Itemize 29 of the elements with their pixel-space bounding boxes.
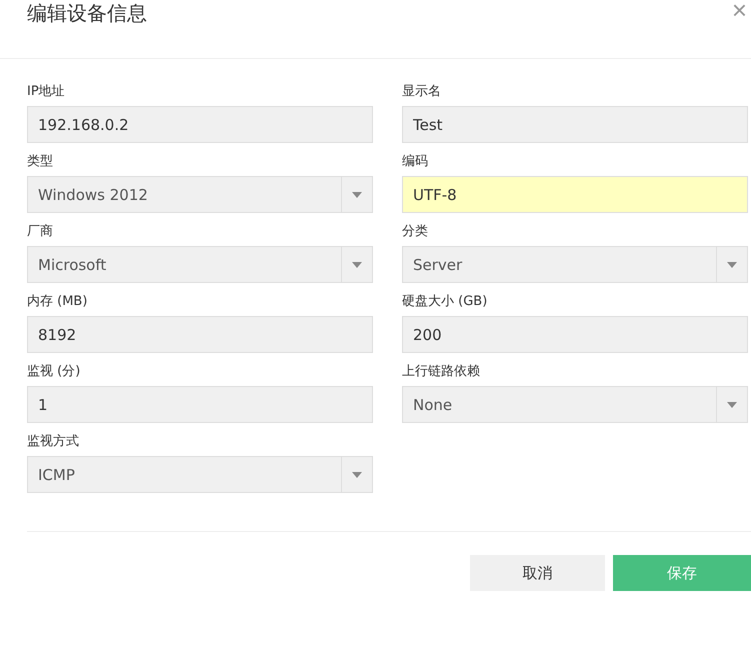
field-label: IP地址 <box>27 84 66 100</box>
select-field[interactable]: Windows 2012 <box>27 176 373 213</box>
select-field[interactable]: Server <box>402 246 748 283</box>
input-field[interactable]: UTF-8 <box>402 176 748 213</box>
input-field[interactable]: 8192 <box>27 316 373 353</box>
field-label: 硬盘大小 (GB) <box>402 294 488 310</box>
field-label: 分类 <box>402 224 429 240</box>
select-field[interactable]: Microsoft <box>27 246 373 283</box>
input-field[interactable]: 192.168.0.2 <box>27 106 373 143</box>
input-field[interactable]: 200 <box>402 316 748 353</box>
field-label: 显示名 <box>402 84 442 100</box>
input-field[interactable]: 1 <box>27 386 373 423</box>
field-label: 类型 <box>27 154 54 170</box>
caret-icon <box>352 262 362 268</box>
dialog-title: 编辑设备信息 <box>27 0 147 26</box>
caret-icon <box>352 472 362 478</box>
cancel-button[interactable]: 取消 <box>470 555 605 591</box>
field-label: 编码 <box>402 154 429 170</box>
caret-icon <box>727 402 737 408</box>
field-label: 监视方式 <box>27 434 80 450</box>
select-field[interactable]: None <box>402 386 748 423</box>
caret-icon <box>352 192 362 198</box>
field-label: 上行链路依赖 <box>402 364 481 380</box>
select-field[interactable]: ICMP <box>27 456 373 493</box>
caret-icon <box>727 262 737 268</box>
field-label: 监视 (分) <box>27 364 82 380</box>
field-label: 厂商 <box>27 224 54 240</box>
input-field[interactable]: Test <box>402 106 748 143</box>
field-label: 内存 (MB) <box>27 294 88 310</box>
